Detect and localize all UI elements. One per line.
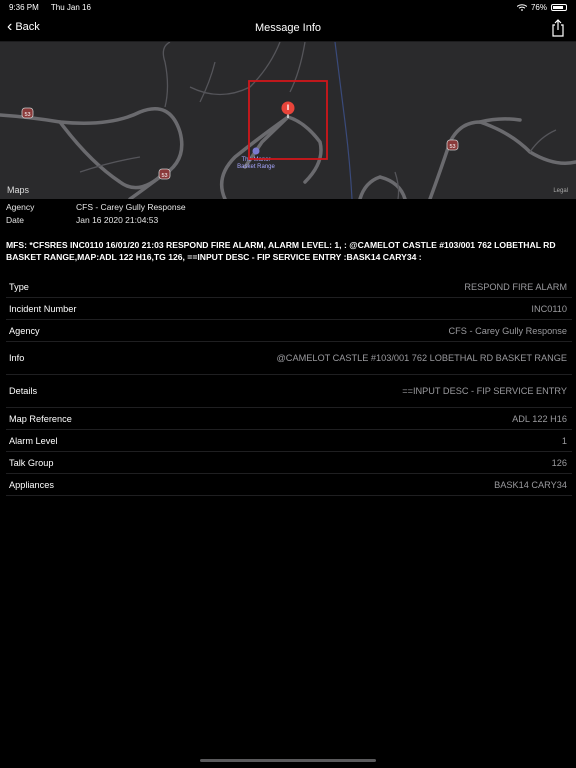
location-pin-icon[interactable] xyxy=(281,101,295,119)
table-row: Map Reference ADL 122 H16 xyxy=(6,408,572,430)
row-label: Map Reference xyxy=(9,413,72,424)
row-value: 1 xyxy=(561,435,567,446)
table-row: Type RESPOND FIRE ALARM xyxy=(6,276,572,298)
legal-link[interactable]: Legal xyxy=(553,188,568,194)
navigation-bar: ‹ Back Message Info xyxy=(0,14,576,42)
row-value: RESPOND FIRE ALARM xyxy=(464,281,567,292)
table-row: Agency CFS - Carey Gully Response xyxy=(6,320,572,342)
row-label: Talk Group xyxy=(9,457,54,468)
row-value: CFS - Carey Gully Response xyxy=(448,325,567,336)
details-table: Type RESPOND FIRE ALARM Incident Number … xyxy=(6,276,572,496)
row-label: Incident Number xyxy=(9,303,77,314)
row-label: Type xyxy=(9,281,29,292)
location-map[interactable]: 53 53 53 The Manor Basket Range Maps Leg… xyxy=(0,42,576,199)
status-bar: 9:36 PM Thu Jan 16 76% xyxy=(0,0,576,14)
row-value: @CAMELOT CASTLE #103/001 762 LOBETHAL RD… xyxy=(276,353,567,363)
status-date: Thu Jan 16 xyxy=(50,3,91,12)
date-value: Jan 16 2020 21:04:53 xyxy=(76,215,159,225)
svg-text:53: 53 xyxy=(449,144,455,150)
maps-logo: Maps xyxy=(7,185,30,195)
row-value: 126 xyxy=(551,457,567,468)
route-shield: 53 xyxy=(21,107,34,119)
wifi-icon xyxy=(516,4,527,11)
svg-text:53: 53 xyxy=(24,112,30,118)
place-label-line1: The Manor xyxy=(241,157,270,163)
row-value: BASK14 CARY34 xyxy=(494,479,567,490)
status-time: 9:36 PM xyxy=(9,3,39,12)
route-shield: 53 xyxy=(446,139,459,151)
agency-label: Agency xyxy=(6,202,35,212)
row-value: INC0110 xyxy=(531,303,567,314)
row-label: Appliances xyxy=(9,479,54,490)
message-body: MFS: *CFSRES INC0110 16/01/20 21:03 RESP… xyxy=(6,240,556,262)
table-row: Incident Number INC0110 xyxy=(6,298,572,320)
row-label: Details xyxy=(9,386,38,396)
highlight-box xyxy=(248,80,328,160)
agency-value: CFS - Carey Gully Response xyxy=(76,202,186,212)
table-row: Appliances BASK14 CARY34 xyxy=(6,474,572,496)
message-meta: Agency CFS - Carey Gully Response Date J… xyxy=(0,202,576,228)
row-label: Agency xyxy=(9,325,40,336)
row-value: ADL 122 H16 xyxy=(512,413,567,424)
place-marker-icon[interactable] xyxy=(252,147,260,155)
table-row: Info @CAMELOT CASTLE #103/001 762 LOBETH… xyxy=(6,342,572,375)
svg-text:53: 53 xyxy=(161,173,167,179)
date-label: Date xyxy=(6,215,24,225)
route-shield: 53 xyxy=(158,168,171,180)
table-row: Details ==INPUT DESC - FIP SERVICE ENTRY xyxy=(6,375,572,408)
row-label: Alarm Level xyxy=(9,435,58,446)
row-value: ==INPUT DESC - FIP SERVICE ENTRY xyxy=(402,386,567,396)
table-row: Alarm Level 1 xyxy=(6,430,572,452)
page-title: Message Info xyxy=(254,22,322,34)
share-icon[interactable] xyxy=(550,19,566,37)
row-label: Info xyxy=(9,353,25,363)
home-indicator[interactable] xyxy=(200,759,376,762)
table-row: Talk Group 126 xyxy=(6,452,572,474)
place-label-line2: Basket Range xyxy=(237,164,275,170)
battery-percent: 76% xyxy=(530,3,547,12)
battery-icon xyxy=(551,4,567,11)
